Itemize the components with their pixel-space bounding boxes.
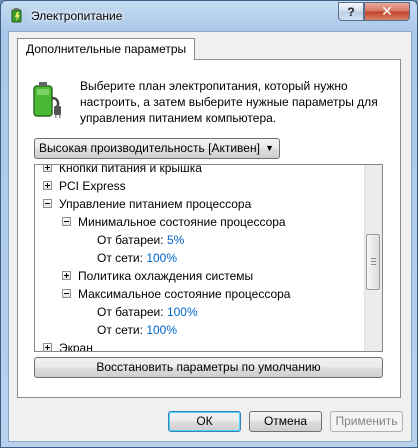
- chevron-down-icon: ▼: [265, 143, 274, 153]
- grip-line: [371, 258, 376, 259]
- tree-item-min-processor-state[interactable]: Минимальное состояние процессора: [62, 213, 286, 231]
- power-plan-select-value: Высокая производительность [Активен]: [39, 141, 260, 155]
- vertical-scrollbar[interactable]: [364, 165, 382, 351]
- tree-item-min-on-battery[interactable]: От батареи: 5%: [97, 231, 184, 249]
- power-plan-select[interactable]: Высокая производительность [Активен] ▼: [34, 138, 280, 159]
- tree-item-max-processor-state[interactable]: Максимальное состояние процессора: [62, 285, 290, 303]
- settings-tree[interactable]: Кнопки питания и крышка PCI Express Упра…: [34, 164, 383, 352]
- tree-item-max-plugged-in[interactable]: От сети: 100%: [97, 321, 177, 339]
- tree-item-cooling-policy[interactable]: Политика охлаждения системы: [62, 267, 253, 285]
- tree-item-label: Минимальное состояние процессора: [78, 215, 286, 229]
- setting-label: От батареи:: [97, 305, 164, 319]
- setting-label: От сети:: [97, 323, 143, 337]
- help-button[interactable]: ?: [338, 2, 364, 21]
- ok-button[interactable]: ОК: [168, 411, 241, 432]
- title-bar[interactable]: Электропитание ? ✕: [1, 1, 417, 31]
- setting-value[interactable]: 5%: [167, 233, 184, 247]
- setting-label: От сети:: [97, 251, 143, 265]
- tree-item-pci-express[interactable]: PCI Express: [43, 177, 126, 195]
- restore-defaults-button[interactable]: Восстановить параметры по умолчанию: [34, 357, 383, 378]
- tab-panel: Выберите план электропитания, который ну…: [17, 59, 401, 398]
- battery-plug-icon: [33, 82, 61, 118]
- grip-line: [371, 261, 376, 262]
- expand-plus-icon[interactable]: [62, 271, 71, 280]
- setting-value[interactable]: 100%: [167, 305, 198, 319]
- setting-value[interactable]: 100%: [146, 251, 177, 265]
- tree-item-power-buttons[interactable]: Кнопки питания и крышка: [43, 164, 202, 177]
- tree-item-label: PCI Express: [59, 179, 126, 193]
- cancel-button[interactable]: Отмена: [249, 411, 322, 432]
- collapse-minus-icon[interactable]: [62, 217, 71, 226]
- description-text: Выберите план электропитания, который ну…: [80, 79, 378, 125]
- dialog-client-area: Дополнительные параметры Выберите план э…: [8, 31, 412, 442]
- expand-plus-icon[interactable]: [43, 343, 52, 351]
- close-button[interactable]: ✕: [364, 2, 410, 21]
- expand-plus-icon[interactable]: [43, 181, 52, 190]
- expand-plus-icon[interactable]: [43, 165, 52, 172]
- tab-advanced-settings[interactable]: Дополнительные параметры: [17, 38, 196, 60]
- setting-label: От батареи:: [97, 233, 164, 247]
- grip-line: [371, 264, 376, 265]
- power-plan-icon: [11, 8, 22, 23]
- tree-item-max-on-battery[interactable]: От батареи: 100%: [97, 303, 198, 321]
- tree-item-label: Политика охлаждения системы: [78, 269, 254, 283]
- scroll-thumb[interactable]: [366, 234, 380, 290]
- tree-item-display[interactable]: Экран: [43, 339, 93, 352]
- window-title: Электропитание: [31, 9, 123, 23]
- tree-item-label: Управление питанием процессора: [59, 197, 252, 211]
- setting-value[interactable]: 100%: [146, 323, 177, 337]
- collapse-minus-icon[interactable]: [62, 289, 71, 298]
- tree-item-processor-power[interactable]: Управление питанием процессора: [43, 195, 251, 213]
- apply-button[interactable]: Применить: [330, 411, 403, 432]
- tree-item-label: Экран: [59, 341, 93, 352]
- tree-item-label: Кнопки питания и крышка: [59, 164, 202, 175]
- tree-item-min-plugged-in[interactable]: От сети: 100%: [97, 249, 177, 267]
- power-options-window: Электропитание ? ✕ Дополнительные параме…: [0, 0, 418, 448]
- collapse-minus-icon[interactable]: [43, 199, 52, 208]
- tree-item-label: Максимальное состояние процессора: [78, 287, 291, 301]
